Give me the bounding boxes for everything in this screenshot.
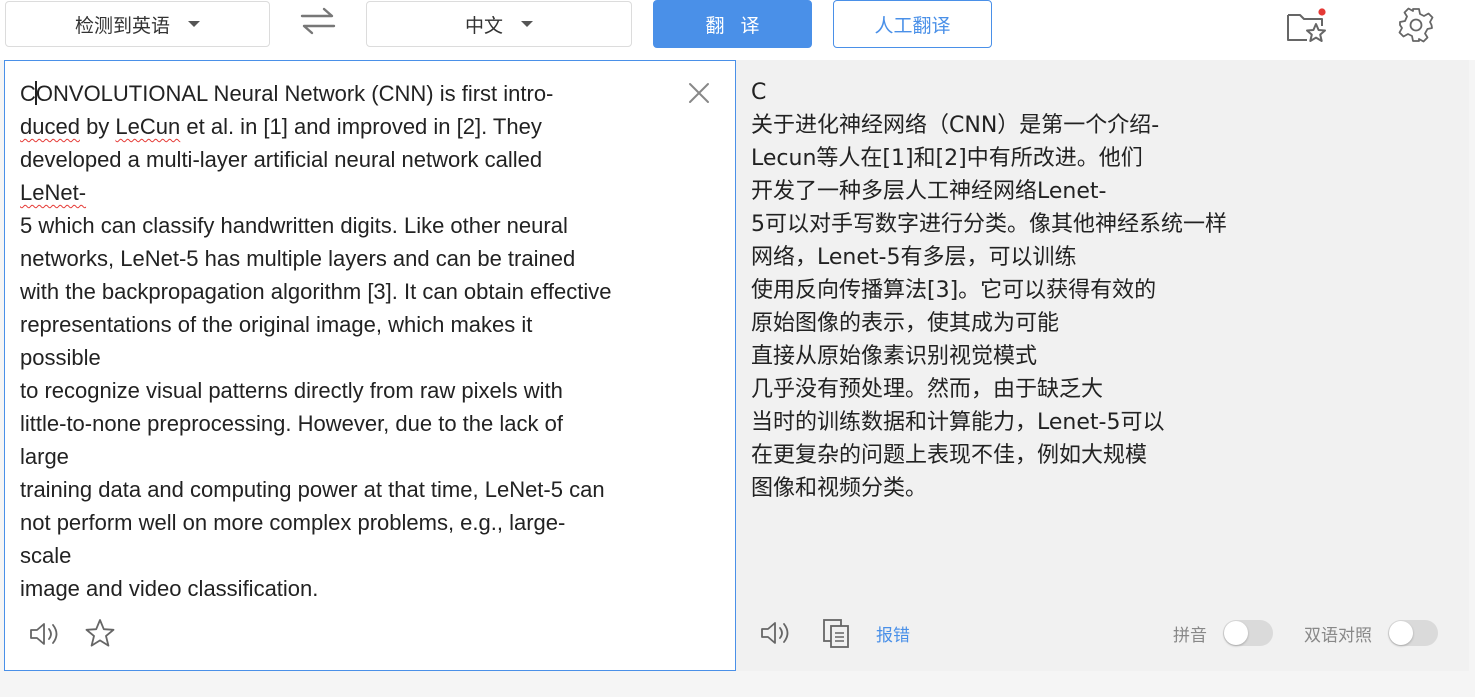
toggle-knob: [1224, 621, 1248, 645]
star-folder-icon: [1287, 8, 1326, 42]
source-text-segment: little-to-none preprocessing. However, d…: [20, 411, 563, 436]
toolbar: 检测到英语 中文 翻译 人工翻译: [0, 0, 1475, 60]
translation-line: 关于进化神经网络（CNN）是第一个介绍-: [751, 113, 1160, 138]
pinyin-toggle-group: 拼音: [1173, 620, 1273, 646]
translation-line: 原始图像的表示，使其成为可能: [751, 311, 1060, 336]
translation-line: C: [751, 80, 767, 105]
translation-line: 直接从原始像素识别视觉模式: [751, 344, 1038, 369]
source-line: with the backpropagation algorithm [3]. …: [20, 275, 680, 308]
translation-line: 网络，Lenet-5有多层，可以训练: [751, 245, 1077, 270]
target-language-select[interactable]: 中文: [366, 1, 632, 47]
copy-icon[interactable]: [820, 616, 854, 650]
translation-panel: C 关于进化神经网络（CNN）是第一个介绍- Lecun等人在[1]和[2]中有所改…: [736, 60, 1469, 671]
bilingual-label: 双语对照: [1304, 625, 1372, 646]
speaker-icon[interactable]: [27, 617, 61, 651]
source-line: training data and computing power at tha…: [20, 473, 680, 506]
bilingual-toggle[interactable]: [1388, 620, 1438, 646]
source-line: little-to-none preprocessing. However, d…: [20, 407, 680, 440]
source-line: LeNet-: [20, 176, 680, 209]
translation-line: 当时的训练数据和计算能力，Lenet-5可以: [751, 410, 1165, 435]
source-text-segment: image and video classification.: [20, 576, 319, 601]
source-line: duced by LeCun et al. in [1] and improve…: [20, 110, 680, 143]
source-text-segment: representations of the original image, w…: [20, 312, 533, 337]
source-line: not perform well on more complex problem…: [20, 506, 680, 539]
source-text-segment: to recognize visual patterns directly fr…: [20, 378, 563, 403]
source-line: representations of the original image, w…: [20, 308, 680, 341]
translation-actions: 报错: [758, 616, 910, 650]
misspelled-word: duced: [20, 114, 80, 139]
scrollbar-track[interactable]: [1469, 60, 1475, 671]
source-text-segment: training data and computing power at tha…: [20, 477, 605, 502]
star-icon[interactable]: [83, 617, 117, 651]
misspelled-word: LeCun: [115, 114, 181, 139]
source-text-segment: with the backpropagation algorithm [3]. …: [20, 279, 612, 304]
translate-button[interactable]: 翻译: [653, 0, 812, 48]
gear-icon: [1398, 7, 1434, 43]
clear-text-button[interactable]: [687, 81, 711, 105]
source-text-segment: scale: [20, 543, 72, 568]
notification-dot: [1318, 8, 1326, 16]
source-text-segment: not perform well on more complex problem…: [20, 510, 566, 535]
source-text-panel[interactable]: CONVOLUTIONAL Neural Network (CNN) is fi…: [4, 60, 736, 671]
translation-line: 开发了一种多层人工神经网络Lenet-: [751, 179, 1107, 204]
human-translate-button-label: 人工翻译: [874, 14, 951, 37]
pinyin-toggle[interactable]: [1223, 620, 1273, 646]
translation-line: 5可以对手写数字进行分类。像其他神经系统一样: [751, 212, 1227, 237]
source-text-area[interactable]: CONVOLUTIONAL Neural Network (CNN) is fi…: [20, 77, 680, 605]
source-text-segment: C: [20, 81, 36, 106]
translation-text: C 关于进化神经网络（CNN）是第一个介绍- Lecun等人在[1]和[2]中有所改…: [751, 76, 1451, 505]
report-error-link[interactable]: 报错: [876, 621, 910, 646]
source-language-select[interactable]: 检测到英语: [5, 1, 270, 47]
source-line: to recognize visual patterns directly fr…: [20, 374, 680, 407]
translation-line: 几乎没有预处理。然而，由于缺乏大: [751, 377, 1104, 402]
source-line: networks, LeNet-5 has multiple layers an…: [20, 242, 680, 275]
translate-button-label: 翻译: [705, 14, 776, 37]
source-text-segment: possible: [20, 345, 101, 370]
bilingual-toggle-group: 双语对照: [1304, 620, 1438, 646]
source-text-segment: networks, LeNet-5 has multiple layers an…: [20, 246, 576, 271]
swap-arrows-icon: [300, 7, 336, 35]
source-text-segment: 5 which can classify handwritten digits.…: [20, 213, 568, 238]
speaker-icon[interactable]: [758, 616, 792, 650]
human-translate-button[interactable]: 人工翻译: [833, 0, 992, 48]
chevron-down-icon: [188, 21, 200, 27]
translation-line: Lecun等人在[1]和[2]中有所改进。他们: [751, 146, 1143, 171]
source-line: 5 which can classify handwritten digits.…: [20, 209, 680, 242]
settings-button[interactable]: [1397, 6, 1435, 44]
source-line: developed a multi-layer artificial neura…: [20, 143, 680, 176]
source-actions: [27, 617, 117, 651]
source-text-segment: developed a multi-layer artificial neura…: [20, 147, 543, 172]
source-line: CONVOLUTIONAL Neural Network (CNN) is fi…: [20, 77, 680, 110]
swap-languages-button[interactable]: [298, 6, 338, 36]
translation-line: 图像和视频分类。: [751, 476, 928, 501]
misspelled-word: LeNet-: [20, 180, 87, 205]
source-text-segment: large: [20, 444, 69, 469]
translation-line: 在更复杂的问题上表现不佳，例如大规模: [751, 443, 1148, 468]
source-line: possible: [20, 341, 680, 374]
favorites-folder-button[interactable]: [1285, 6, 1329, 46]
pinyin-label: 拼音: [1173, 625, 1207, 646]
toggle-knob: [1389, 621, 1413, 645]
source-line: image and video classification.: [20, 572, 680, 605]
source-language-label: 检测到英语: [74, 14, 170, 37]
source-text-segment: ONVOLUTIONAL Neural Network (CNN) is fir…: [35, 81, 554, 106]
close-icon: [689, 83, 709, 103]
source-line: large: [20, 440, 680, 473]
translation-line: 使用反向传播算法[3]。它可以获得有效的: [751, 278, 1157, 303]
source-line: scale: [20, 539, 680, 572]
chevron-down-icon: [521, 21, 533, 27]
source-text-segment: by: [79, 114, 116, 139]
source-text-segment: et al. in [1] and improved in [2]. They: [180, 114, 542, 139]
target-language-label: 中文: [464, 14, 503, 37]
